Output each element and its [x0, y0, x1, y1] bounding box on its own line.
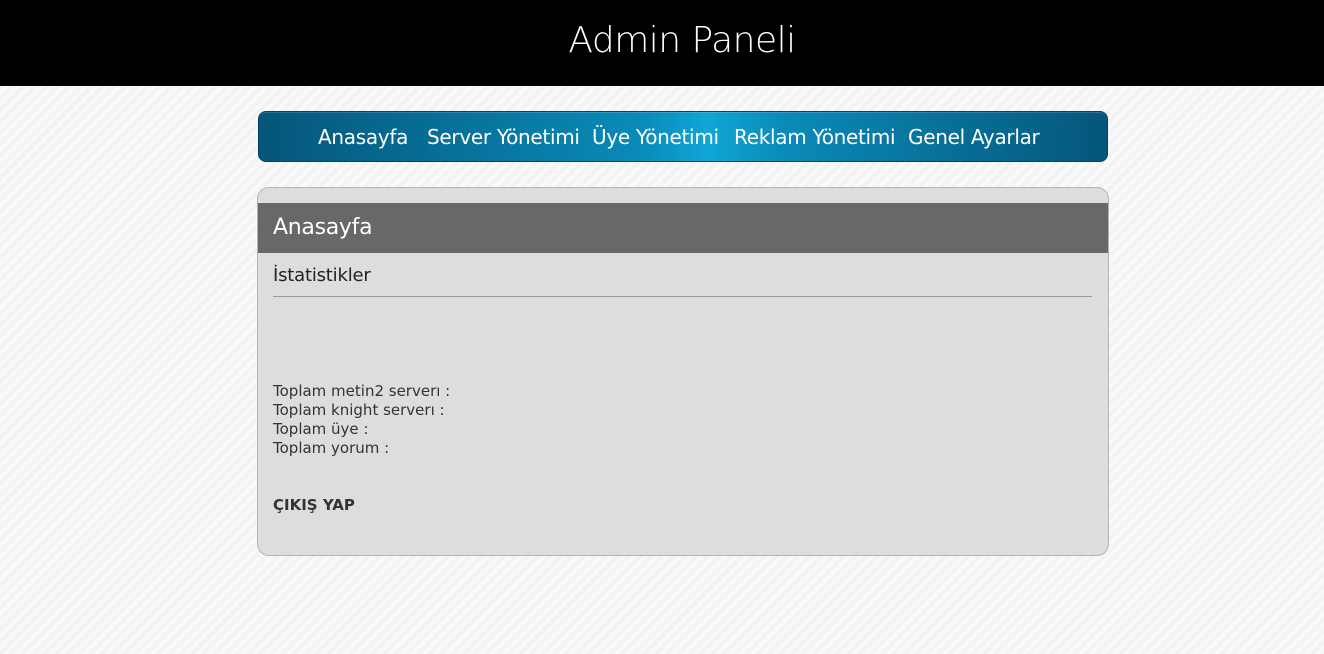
stat-members: Toplam üye :: [273, 420, 369, 438]
stats-list: Toplam metin2 serverı : Toplam knight se…: [273, 382, 450, 458]
nav-item-uye-yonetimi[interactable]: Üye Yönetimi: [592, 124, 719, 150]
stat-metin2-servers: Toplam metin2 serverı :: [273, 382, 451, 400]
panel-title-bar: Anasayfa: [258, 203, 1108, 253]
section-title: İstatistikler: [273, 265, 371, 286]
stat-knight-servers: Toplam knight serverı :: [273, 401, 445, 419]
site-title: Admin Paneli: [568, 20, 796, 61]
header-bar: Admin Paneli: [0, 0, 1324, 86]
nav-item-server-yonetimi[interactable]: Server Yönetimi: [427, 124, 580, 150]
stat-comments: Toplam yorum :: [273, 439, 390, 457]
nav-item-anasayfa[interactable]: Anasayfa: [318, 124, 408, 150]
logout-link[interactable]: ÇIKIŞ YAP: [273, 496, 355, 515]
content-panel: Anasayfa İstatistikler Toplam metin2 ser…: [257, 187, 1109, 556]
main-nav: Anasayfa Server Yönetimi Üye Yönetimi Re…: [258, 111, 1108, 162]
page-title: Anasayfa: [273, 215, 373, 240]
nav-item-genel-ayarlar[interactable]: Genel Ayarlar: [908, 124, 1040, 150]
nav-item-reklam-yonetimi[interactable]: Reklam Yönetimi: [734, 124, 896, 150]
section-divider: [273, 296, 1092, 297]
